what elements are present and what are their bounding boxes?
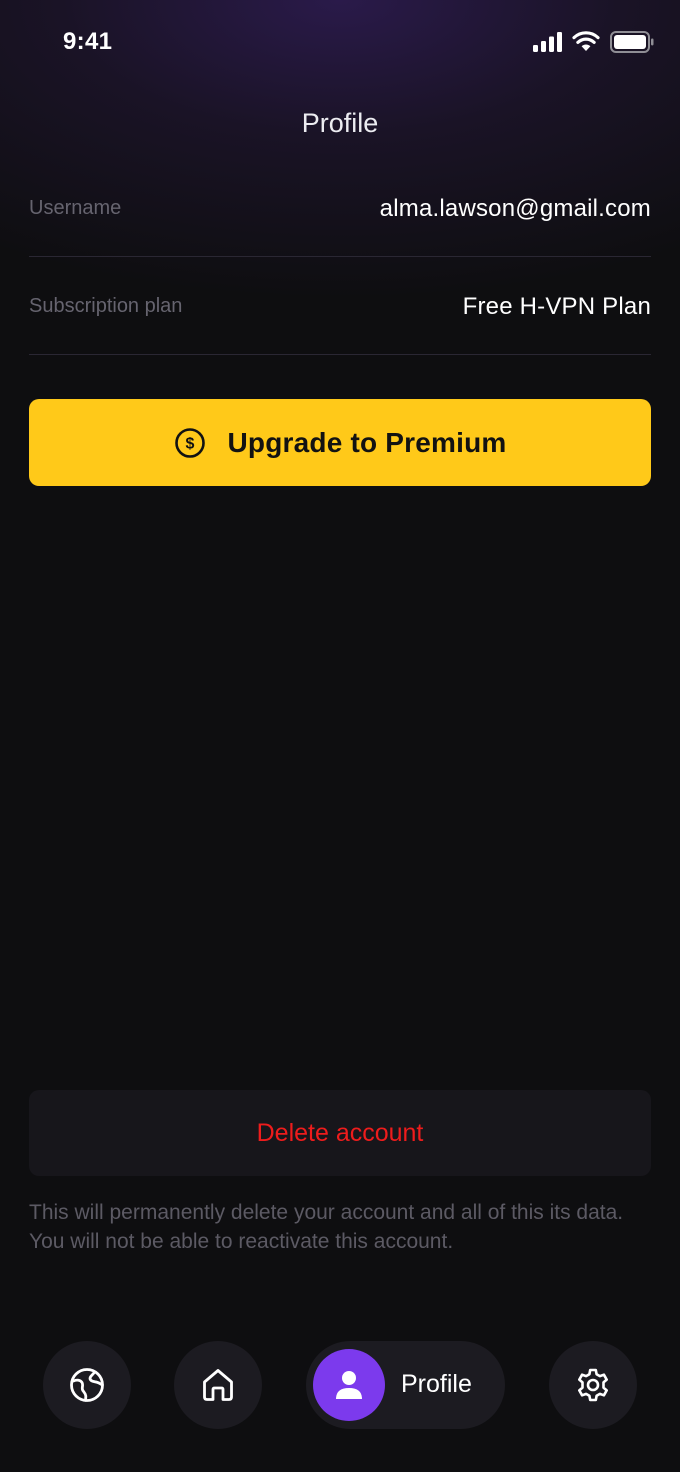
nav-globe-button[interactable] — [43, 1341, 131, 1429]
page-title: Profile — [301, 108, 379, 138]
profile-avatar — [313, 1349, 385, 1421]
profile-screen: 9:41 Profile Username alma.lawson@gmail.… — [0, 0, 680, 1472]
status-time: 9:41 — [63, 28, 113, 55]
nav-profile-tab[interactable]: Profile — [306, 1341, 505, 1429]
username-value: alma.lawson@gmail.com — [379, 195, 651, 222]
delete-account-note: This will permanently delete your accoun… — [29, 1201, 624, 1253]
user-icon — [336, 1371, 362, 1399]
dollar-icon: $ — [174, 427, 205, 458]
nav-profile-label: Profile — [401, 1370, 472, 1398]
subscription-value: Free H-VPN Plan — [462, 293, 651, 320]
globe-icon — [70, 1368, 104, 1402]
signal-icon — [533, 32, 562, 52]
subscription-label: Subscription plan — [29, 295, 183, 317]
delete-account-button[interactable]: Delete account — [29, 1090, 651, 1176]
battery-icon — [610, 31, 654, 53]
upgrade-label: Upgrade to Premium — [227, 426, 507, 458]
nav-home-button[interactable] — [174, 1341, 262, 1429]
username-row: Username alma.lawson@gmail.com — [29, 160, 651, 257]
subscription-row: Subscription plan Free H-VPN Plan — [29, 258, 651, 355]
home-icon — [203, 1369, 233, 1401]
nav-settings-button[interactable] — [549, 1341, 637, 1429]
wifi-icon — [572, 31, 600, 51]
delete-account-label: Delete account — [256, 1118, 424, 1147]
status-bar: 9:41 — [0, 0, 680, 84]
username-label: Username — [29, 197, 122, 219]
svg-text:$: $ — [185, 435, 194, 452]
gear-icon — [578, 1368, 608, 1402]
upgrade-to-premium-button[interactable]: $ Upgrade to Premium — [29, 399, 651, 486]
